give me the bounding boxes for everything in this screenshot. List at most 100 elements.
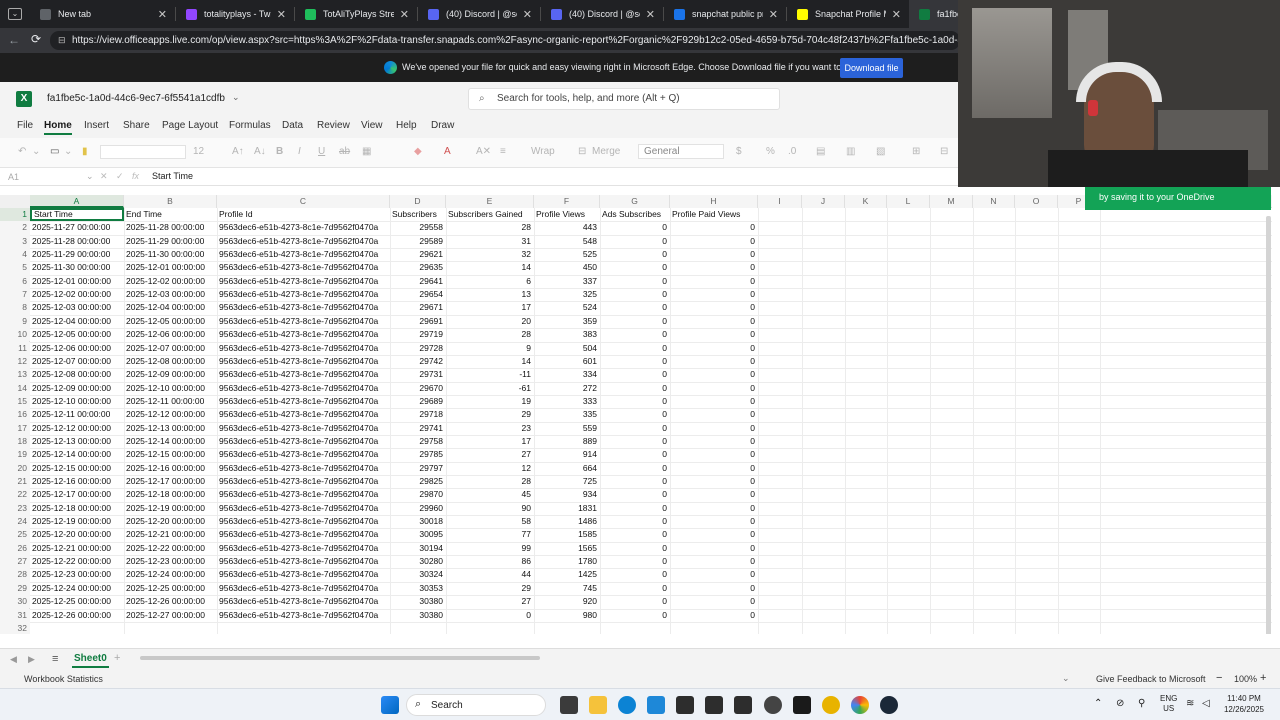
column-header-m[interactable]: M bbox=[930, 195, 973, 208]
download-file-button[interactable]: Download file bbox=[840, 58, 903, 78]
conditional-format-icon[interactable]: ▤ bbox=[816, 146, 825, 157]
column-header-j[interactable]: J bbox=[802, 195, 845, 208]
table-cell[interactable]: 2025-12-25 00:00:00 bbox=[30, 595, 124, 608]
table-cell[interactable]: 9563dec6-e51b-4273-8c1e-7d9562f0470a bbox=[217, 448, 390, 461]
table-cell[interactable]: 32 bbox=[446, 248, 534, 261]
confirm-icon[interactable]: ✓ bbox=[116, 171, 124, 182]
table-cell[interactable]: 29785 bbox=[390, 448, 446, 461]
url-field[interactable]: ⊟ https://view.officeapps.live.com/op/vi… bbox=[50, 31, 960, 50]
table-cell[interactable]: 2025-12-14 00:00:00 bbox=[30, 448, 124, 461]
table-cell[interactable]: 99 bbox=[446, 542, 534, 555]
feedback-link[interactable]: Give Feedback to Microsoft bbox=[1096, 674, 1206, 684]
paste-icon[interactable]: ▭ bbox=[50, 146, 59, 157]
reload-icon[interactable]: ⟳ bbox=[31, 32, 41, 46]
language-indicator[interactable]: ENG US bbox=[1160, 694, 1177, 714]
tab-close-icon[interactable]: ✕ bbox=[400, 8, 409, 21]
strikethrough-icon[interactable]: ab bbox=[339, 146, 350, 157]
table-cell[interactable]: 0 bbox=[670, 235, 758, 248]
table-cell[interactable]: 30324 bbox=[390, 568, 446, 581]
header-cell[interactable]: Profile Id bbox=[217, 208, 390, 221]
ribbon-tab-insert[interactable]: Insert bbox=[84, 120, 109, 131]
column-header-b[interactable]: B bbox=[124, 195, 217, 208]
table-cell[interactable]: 29960 bbox=[390, 502, 446, 515]
table-cell[interactable]: 77 bbox=[446, 528, 534, 541]
table-cell[interactable]: 0 bbox=[600, 542, 670, 555]
table-cell[interactable]: 0 bbox=[670, 368, 758, 381]
table-cell[interactable]: 29 bbox=[446, 408, 534, 421]
row-header[interactable]: 12 bbox=[0, 354, 30, 369]
table-cell[interactable]: 2025-12-08 00:00:00 bbox=[30, 368, 124, 381]
table-cell[interactable]: 2025-12-03 00:00:00 bbox=[30, 301, 124, 314]
table-cell[interactable]: 0 bbox=[670, 328, 758, 341]
font-color-icon[interactable]: A bbox=[444, 146, 451, 157]
table-cell[interactable]: 23 bbox=[446, 422, 534, 435]
app-y-icon[interactable] bbox=[734, 696, 752, 714]
table-cell[interactable]: 2025-12-21 00:00:00 bbox=[124, 528, 217, 541]
table-cell[interactable]: 2025-11-29 00:00:00 bbox=[30, 248, 124, 261]
table-cell[interactable]: 29731 bbox=[390, 368, 446, 381]
header-cell[interactable]: End Time bbox=[124, 208, 217, 221]
table-cell[interactable]: 29741 bbox=[390, 422, 446, 435]
ribbon-tab-review[interactable]: Review bbox=[317, 120, 350, 131]
table-cell[interactable]: 9563dec6-e51b-4273-8c1e-7d9562f0470a bbox=[217, 435, 390, 448]
row-header[interactable]: 26 bbox=[0, 541, 30, 556]
table-cell[interactable]: 359 bbox=[534, 315, 600, 328]
table-cell[interactable]: 29825 bbox=[390, 475, 446, 488]
table-cell[interactable]: 2025-12-15 00:00:00 bbox=[124, 448, 217, 461]
table-cell[interactable]: 2025-12-19 00:00:00 bbox=[124, 502, 217, 515]
table-cell[interactable]: 0 bbox=[670, 502, 758, 515]
table-cell[interactable]: 0 bbox=[670, 568, 758, 581]
table-cell[interactable]: 9563dec6-e51b-4273-8c1e-7d9562f0470a bbox=[217, 502, 390, 515]
table-cell[interactable]: 525 bbox=[534, 248, 600, 261]
table-cell[interactable]: 0 bbox=[600, 515, 670, 528]
cell-styles-icon[interactable]: ▧ bbox=[876, 146, 885, 157]
increase-font-icon[interactable]: A↑ bbox=[232, 146, 244, 157]
table-cell[interactable]: 2025-11-28 00:00:00 bbox=[124, 221, 217, 234]
tab-close-icon[interactable]: ✕ bbox=[892, 8, 901, 21]
table-cell[interactable]: 14 bbox=[446, 355, 534, 368]
tab-close-icon[interactable]: ✕ bbox=[158, 8, 167, 21]
table-cell[interactable]: 337 bbox=[534, 275, 600, 288]
table-cell[interactable]: 0 bbox=[670, 315, 758, 328]
table-cell[interactable]: 30018 bbox=[390, 515, 446, 528]
table-format-icon[interactable]: ▥ bbox=[846, 146, 855, 157]
column-header-e[interactable]: E bbox=[446, 195, 534, 208]
row-header[interactable]: 11 bbox=[0, 341, 30, 355]
table-cell[interactable]: 450 bbox=[534, 261, 600, 274]
tab-close-icon[interactable]: ✕ bbox=[769, 8, 778, 21]
table-cell[interactable]: 2025-12-23 00:00:00 bbox=[30, 568, 124, 581]
table-cell[interactable]: 0 bbox=[670, 382, 758, 395]
table-cell[interactable]: 0 bbox=[600, 261, 670, 274]
table-cell[interactable]: 30194 bbox=[390, 542, 446, 555]
table-cell[interactable]: 0 bbox=[600, 582, 670, 595]
table-cell[interactable]: 0 bbox=[600, 448, 670, 461]
chevron-down-icon[interactable]: ⌄ bbox=[32, 146, 40, 157]
font-size-dropdown[interactable]: 12 bbox=[193, 146, 204, 157]
task-view-icon[interactable] bbox=[560, 696, 578, 714]
table-cell[interactable]: 29641 bbox=[390, 275, 446, 288]
table-cell[interactable]: 2025-12-20 00:00:00 bbox=[124, 515, 217, 528]
table-cell[interactable]: 0 bbox=[670, 422, 758, 435]
table-cell[interactable]: 1565 bbox=[534, 542, 600, 555]
table-cell[interactable]: 980 bbox=[534, 609, 600, 622]
table-cell[interactable]: 9563dec6-e51b-4273-8c1e-7d9562f0470a bbox=[217, 422, 390, 435]
row-header[interactable]: 2 bbox=[0, 221, 30, 235]
table-cell[interactable]: 9563dec6-e51b-4273-8c1e-7d9562f0470a bbox=[217, 288, 390, 301]
table-cell[interactable]: 2025-12-18 00:00:00 bbox=[30, 502, 124, 515]
table-cell[interactable]: 2025-12-21 00:00:00 bbox=[30, 542, 124, 555]
table-cell[interactable]: 9563dec6-e51b-4273-8c1e-7d9562f0470a bbox=[217, 488, 390, 501]
file-explorer-icon[interactable] bbox=[589, 696, 607, 714]
table-cell[interactable]: 2025-12-26 00:00:00 bbox=[30, 609, 124, 622]
table-cell[interactable]: 14 bbox=[446, 261, 534, 274]
table-cell[interactable]: 0 bbox=[670, 275, 758, 288]
table-cell[interactable]: 1425 bbox=[534, 568, 600, 581]
table-cell[interactable]: 272 bbox=[534, 382, 600, 395]
all-sheets-icon[interactable]: ≡ bbox=[52, 653, 58, 665]
table-cell[interactable]: 0 bbox=[600, 301, 670, 314]
sheet-tab[interactable]: Sheet0 bbox=[72, 653, 109, 668]
table-cell[interactable]: 2025-12-24 00:00:00 bbox=[124, 568, 217, 581]
table-cell[interactable]: 2025-12-26 00:00:00 bbox=[124, 595, 217, 608]
table-cell[interactable]: 9563dec6-e51b-4273-8c1e-7d9562f0470a bbox=[217, 342, 390, 355]
table-cell[interactable]: 325 bbox=[534, 288, 600, 301]
table-cell[interactable]: 30095 bbox=[390, 528, 446, 541]
